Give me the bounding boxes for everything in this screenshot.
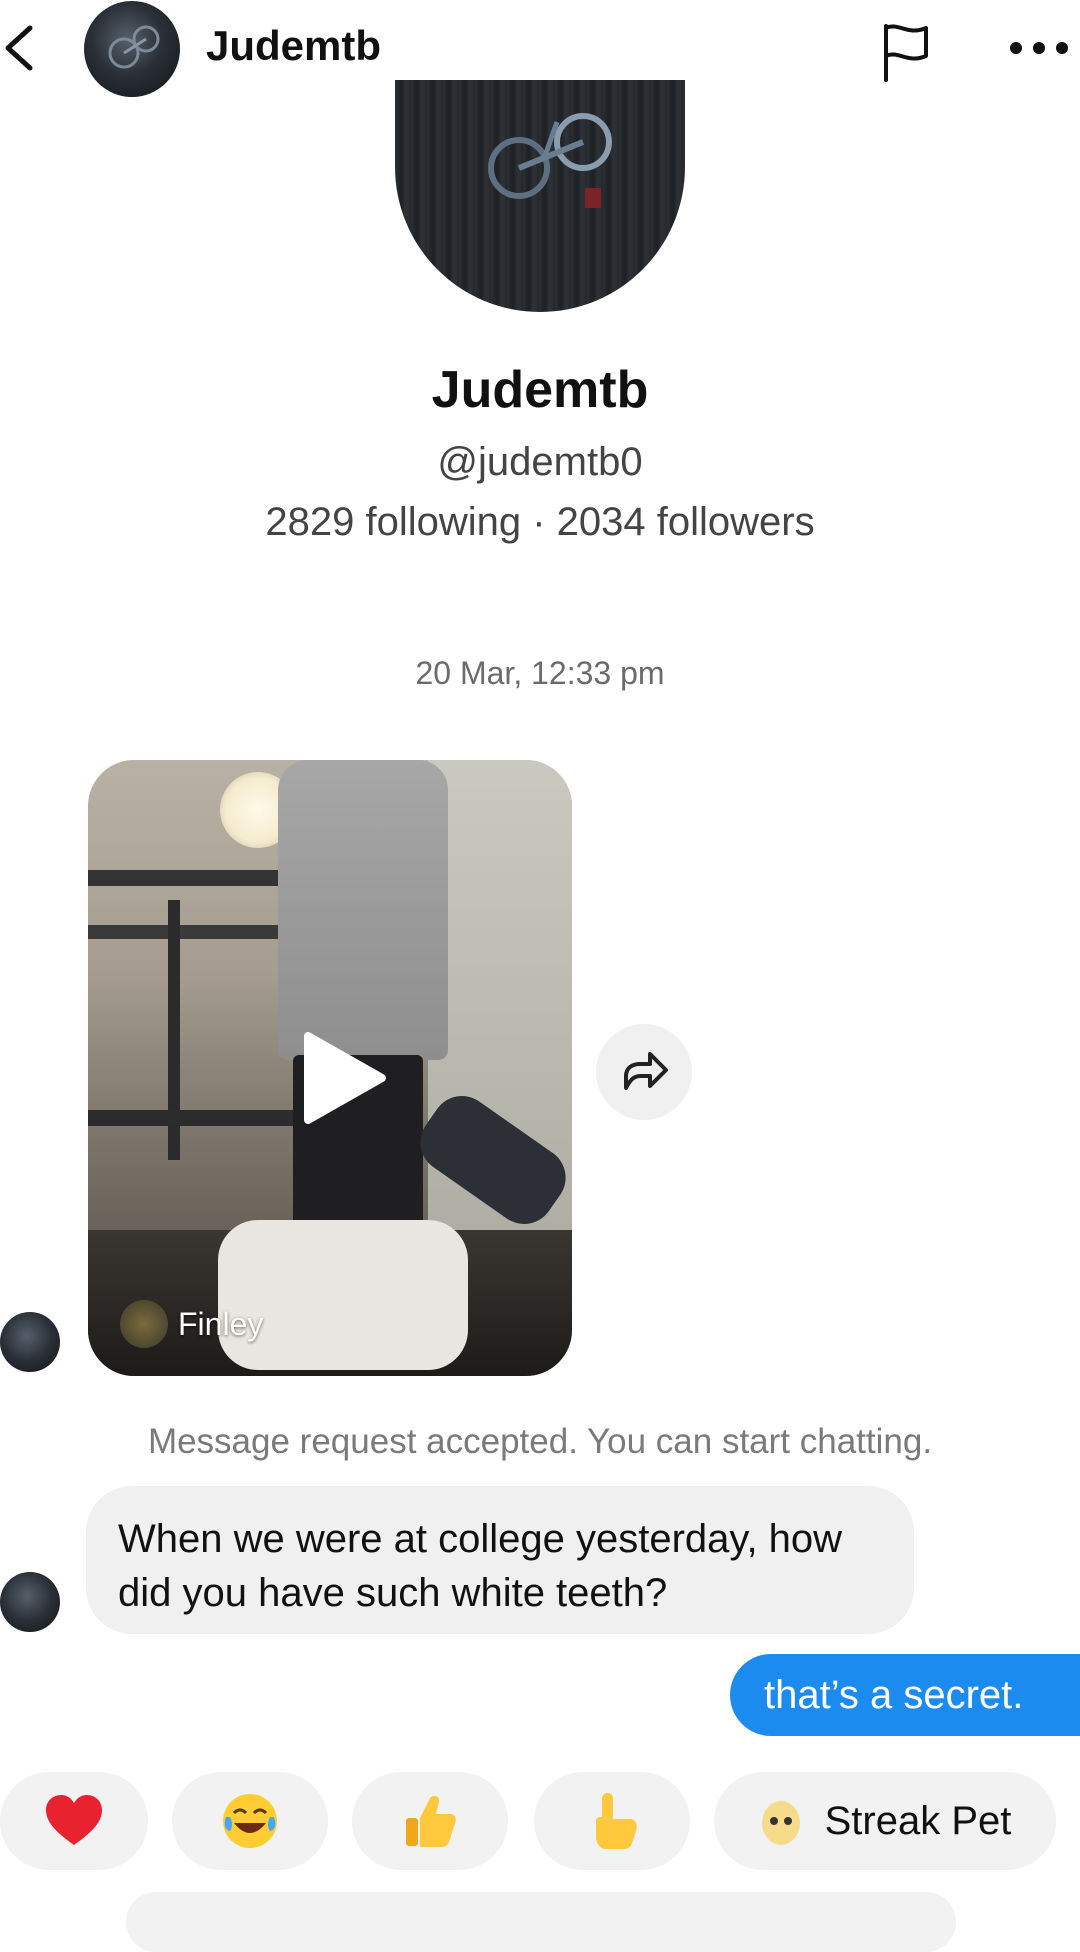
- message-input-bar[interactable]: [126, 1892, 956, 1952]
- streak-pet-label: Streak Pet: [824, 1798, 1012, 1843]
- incoming-message[interactable]: When we were at college yesterday, how d…: [86, 1486, 914, 1634]
- streak-pet-button[interactable]: Streak Pet: [714, 1772, 1056, 1870]
- sender-avatar[interactable]: [0, 1572, 60, 1632]
- sender-avatar[interactable]: [0, 1312, 60, 1372]
- pointing-hand-icon: [596, 1793, 637, 1849]
- red-heart-icon: [46, 1795, 102, 1845]
- request-accepted-notice: Message request accepted. You can start …: [147, 1422, 933, 1461]
- creator-name: Finley: [178, 1305, 264, 1342]
- thumbs-up-icon: [406, 1795, 456, 1847]
- video-thumbnail-bunk: [88, 925, 298, 939]
- profile-avatar[interactable]: [395, 80, 685, 312]
- back-button[interactable]: [0, 18, 40, 78]
- profile-handle: @judemtb0: [437, 440, 643, 484]
- streak-pet-icon: [761, 1801, 800, 1845]
- more-horizontal-icon: [1010, 42, 1068, 54]
- video-thumbnail-bunk: [88, 870, 288, 886]
- profile-display-name: Judemtb: [431, 361, 649, 419]
- play-icon[interactable]: [298, 1030, 388, 1126]
- reaction-heart-button[interactable]: [0, 1772, 148, 1870]
- message-timestamp: 20 Mar, 12:33 pm: [415, 655, 665, 691]
- creator-avatar: [120, 1300, 168, 1348]
- bike-icon: [488, 113, 612, 208]
- reaction-pointing-button[interactable]: [534, 1772, 690, 1870]
- chevron-left-icon: [5, 25, 33, 71]
- share-icon: [624, 1052, 668, 1090]
- share-video-button[interactable]: [596, 1024, 692, 1120]
- report-button[interactable]: [880, 22, 932, 82]
- video-thumbnail-bunk: [88, 1110, 308, 1126]
- flag-icon: [884, 24, 928, 82]
- video-thumbnail-person: [278, 760, 448, 1060]
- more-button[interactable]: [1006, 28, 1072, 68]
- header-avatar[interactable]: [84, 1, 180, 97]
- outgoing-message[interactable]: that’s a secret.: [730, 1654, 1080, 1736]
- video-creator-tag[interactable]: Finley: [120, 1300, 263, 1348]
- profile-stats: 2829 following · 2034 followers: [265, 500, 815, 544]
- bike-icon: [108, 25, 160, 69]
- reaction-thumbs-up-button[interactable]: [352, 1772, 508, 1870]
- shared-video-card[interactable]: Finley: [88, 760, 572, 1376]
- reaction-laugh-button[interactable]: [172, 1772, 328, 1870]
- tears-of-joy-icon: [223, 1794, 277, 1848]
- header-username[interactable]: Judemtb: [206, 22, 381, 70]
